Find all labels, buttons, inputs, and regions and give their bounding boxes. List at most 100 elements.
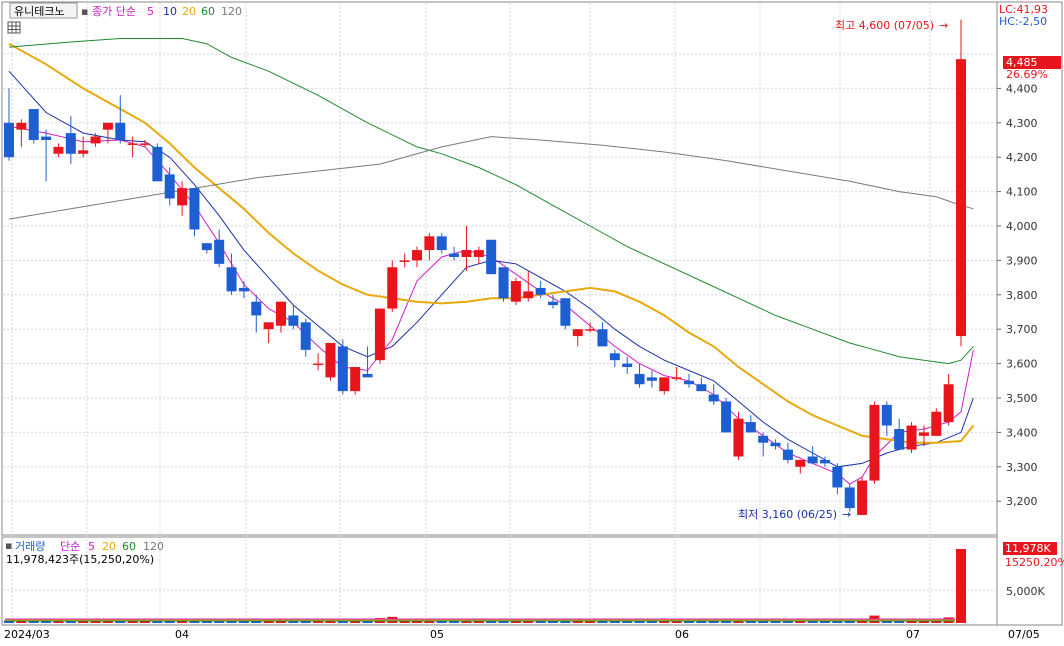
candle-up [795,459,806,467]
candle-down [449,253,460,257]
candle-down [226,267,237,292]
candle-up [399,260,410,262]
candle-down [498,267,509,299]
right-axis-area [996,1,1063,626]
y-tick-label: 3,700 [1006,323,1038,336]
candle-down [362,373,373,378]
candle-down [646,377,657,381]
candle-down [782,449,793,460]
volume-indicator: 단순 [60,540,80,553]
x-axis: 2024/03 04 05 06 07 07/05 [4,628,1040,641]
candle-down [152,146,163,182]
candle-up [869,404,880,481]
candle-up [906,425,917,450]
candle-up [90,136,101,144]
candle-up [16,122,27,130]
candle-down [41,136,52,140]
candle-down [894,428,905,450]
x-label-06: 06 [675,628,689,641]
candle-down [238,287,249,292]
candle-up [387,267,398,309]
high-arrow-icon: → [939,19,948,32]
candle-up [510,281,521,302]
candle-down [758,435,769,443]
candle-down [201,243,212,251]
candle-up [931,411,942,436]
legend-ma120: 120 [221,5,242,18]
candle-down [820,459,830,464]
candle-up [263,322,274,330]
candle-down [634,373,645,385]
candle-down [288,315,299,326]
stock-chart-window: 4,400 4,300 4,200 4,100 4,000 3,900 3,800 3,700… [0,0,1064,646]
volume-badge-value: 11,978K [1005,542,1051,555]
candle-down [65,133,76,154]
candle-down [214,239,225,264]
candlestick-chart[interactable]: 4,400 4,300 4,200 4,100 4,000 3,900 3,800 3,700… [0,0,1064,646]
low-arrow-icon: → [842,508,851,521]
volume-ma-value: 15250.20% [1005,556,1064,569]
candle-up [276,301,286,326]
table-grid-icon[interactable] [7,21,21,34]
candle-down [337,346,348,392]
price-change: 26.69% [1006,68,1048,81]
candle-up [374,308,385,361]
stock-name: 유니테크노 [14,5,65,18]
candle-up [585,329,596,331]
x-label-2024-03: 2024/03 [4,628,50,641]
candle-down [436,236,447,251]
candle-up [424,236,435,251]
candle-down [844,487,855,509]
candle-down [721,401,732,433]
candle-down [486,239,497,275]
x-label-04: 04 [175,628,189,641]
hc-label: HC:-2,50 [999,15,1047,28]
candle-down [535,287,546,295]
candle-down [622,363,633,368]
candle-down [684,380,694,385]
candle-up [572,329,583,337]
legend-ma10: 10 [163,5,177,18]
candle-down [189,188,200,230]
candle-up [523,291,534,299]
candle-down [4,122,14,158]
candle-down [251,301,262,316]
candle-down [300,322,311,350]
x-label-07-05: 07/05 [1008,628,1040,641]
volume-legend-ma20: 20 [102,540,116,553]
y-tick-label: 4,300 [1006,117,1038,130]
x-label-07: 07 [906,628,920,641]
y-tick-label: 3,300 [1006,461,1038,474]
volume-legend-ma60: 60 [122,540,136,553]
candle-down [28,109,39,140]
volume-legend-ma5: 5 [88,540,95,553]
candle-up [733,418,744,457]
candle-up [461,250,472,257]
y-tick-label: 3,900 [1006,254,1038,267]
candle-up [127,143,138,145]
y-tick-label: 4,000 [1006,220,1038,233]
candle-down [807,456,818,464]
candle-up [102,122,113,130]
y-tick-label: 4,100 [1006,186,1038,199]
candle-down [548,301,558,306]
y-tick-label: 4,200 [1006,151,1038,164]
volume-title: 거래량 [15,540,45,553]
candle-up [140,143,150,145]
candle-up [325,342,336,378]
price-indicator-label: 종가 단순 [92,5,136,18]
x-label-05: 05 [430,628,444,641]
candle-down [881,404,892,426]
candle-down [770,442,781,447]
y-tick-label: 3,500 [1006,392,1038,405]
candle-down [708,394,719,402]
volume-tick-5000k: 5,000K [1006,585,1045,598]
candle-up [943,384,954,423]
candle-up [313,363,324,366]
candle-down [745,422,756,433]
y-tick-label: 3,600 [1006,358,1038,371]
volume-legend-square-icon: ▪ [5,539,12,552]
candle-down [597,329,608,347]
candle-up [671,377,682,379]
candle-up [78,150,89,154]
